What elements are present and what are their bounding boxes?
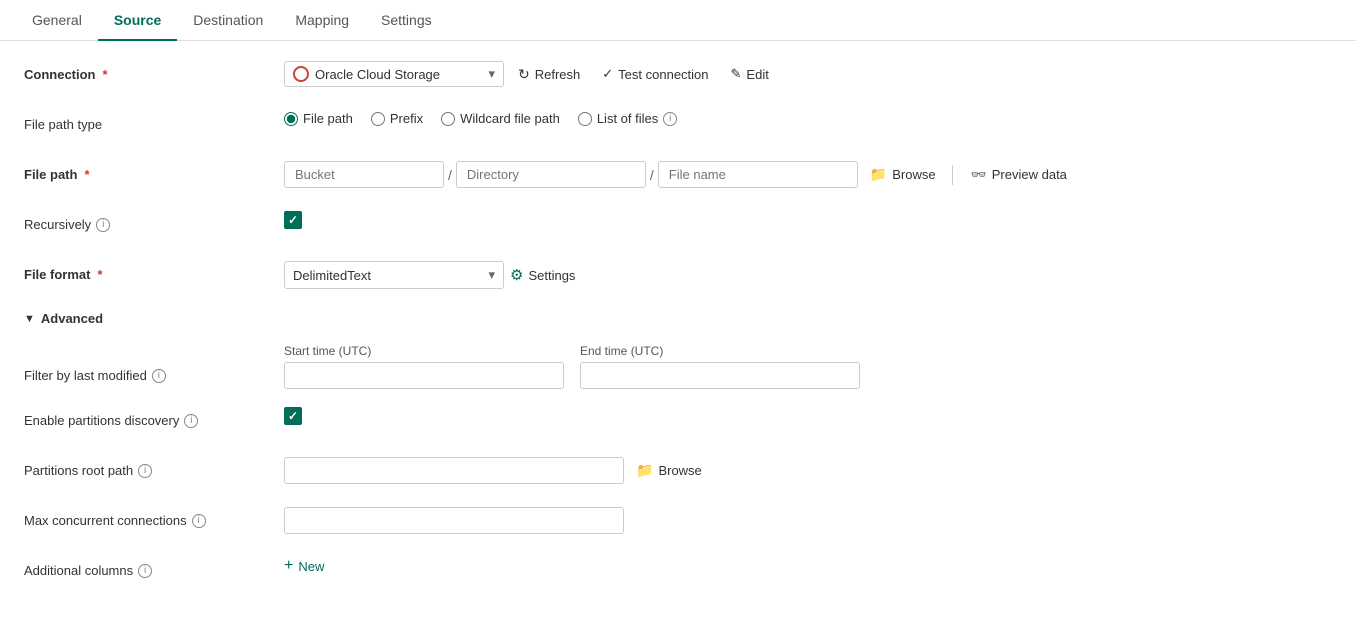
oracle-icon [293, 66, 309, 82]
bucket-input[interactable] [284, 161, 444, 188]
partitions-root-info-icon[interactable]: i [138, 464, 152, 478]
refresh-icon: ↻ [518, 66, 530, 83]
file-format-control: DelimitedText ▾ ⚙ Settings [284, 261, 1332, 289]
connection-row: Connection * Oracle Cloud Storage ▾ ↻ Re… [24, 61, 1332, 93]
settings-gear-icon: ⚙ [510, 266, 523, 284]
file-format-row: File format * DelimitedText ▾ ⚙ Settings [24, 261, 1332, 293]
browse-button[interactable]: 📁 Browse [864, 162, 942, 187]
edit-button[interactable]: ✎ Edit [723, 62, 777, 86]
file-format-required: * [97, 267, 102, 282]
recursively-info-icon[interactable]: i [96, 218, 110, 232]
new-column-button[interactable]: + New [284, 557, 324, 575]
file-format-value: DelimitedText [293, 268, 371, 283]
separator-2: / [650, 167, 654, 183]
partitions-browse-button[interactable]: 📁 Browse [630, 458, 708, 483]
radio-wildcard[interactable]: Wildcard file path [441, 111, 560, 126]
filter-modified-info-icon[interactable]: i [152, 369, 166, 383]
filename-input[interactable] [658, 161, 858, 188]
file-path-row: File path * / / 📁 Browse 👓 Preview data [24, 161, 1332, 193]
connection-label: Connection * [24, 61, 284, 82]
list-files-info-icon[interactable]: i [663, 112, 677, 126]
additional-columns-control: + New [284, 557, 1332, 575]
max-connections-control [284, 507, 1332, 534]
file-path-label: File path * [24, 161, 284, 182]
format-chevron-icon: ▾ [488, 267, 495, 283]
recursively-checkbox[interactable] [284, 211, 302, 229]
tab-mapping[interactable]: Mapping [279, 0, 365, 40]
recursively-label: Recursively i [24, 211, 284, 232]
radio-group: File path Prefix Wildcard file path List… [284, 111, 677, 126]
radio-prefix[interactable]: Prefix [371, 111, 423, 126]
tab-destination[interactable]: Destination [177, 0, 279, 40]
enable-partitions-control [284, 407, 1332, 425]
connection-dropdown[interactable]: Oracle Cloud Storage ▾ [284, 61, 504, 87]
tab-source[interactable]: Source [98, 0, 177, 40]
recursively-row: Recursively i [24, 211, 1332, 243]
max-connections-info-icon[interactable]: i [192, 514, 206, 528]
additional-columns-info-icon[interactable]: i [138, 564, 152, 578]
additional-columns-label: Additional columns i [24, 557, 284, 578]
filter-modified-control: Start time (UTC) End time (UTC) [284, 344, 1332, 389]
max-connections-row: Max concurrent connections i [24, 507, 1332, 539]
file-path-type-label: File path type [24, 111, 284, 132]
file-path-control: / / 📁 Browse 👓 Preview data [284, 161, 1332, 188]
filter-modified-row: Filter by last modified i Start time (UT… [24, 344, 1332, 389]
tab-general[interactable]: General [16, 0, 98, 40]
preview-icon: 👓 [971, 167, 987, 183]
file-format-dropdown[interactable]: DelimitedText ▾ [284, 261, 504, 289]
partitions-root-label: Partitions root path i [24, 457, 284, 478]
end-time-input[interactable] [580, 362, 860, 389]
preview-data-button[interactable]: 👓 Preview data [963, 163, 1075, 187]
enable-partitions-row: Enable partitions discovery i [24, 407, 1332, 439]
folder-icon: 📁 [870, 166, 887, 183]
form-content: Connection * Oracle Cloud Storage ▾ ↻ Re… [0, 41, 1356, 627]
partitions-root-input[interactable] [284, 457, 624, 484]
file-path-required: * [84, 167, 89, 182]
file-path-type-control: File path Prefix Wildcard file path List… [284, 111, 1332, 126]
file-path-group: / / [284, 161, 858, 188]
plus-icon: + [284, 557, 293, 575]
connection-value: Oracle Cloud Storage [315, 67, 440, 82]
refresh-button[interactable]: ↻ Refresh [510, 62, 588, 87]
partitions-root-control: 📁 Browse [284, 457, 1332, 484]
connection-required: * [103, 67, 108, 82]
start-time-input[interactable] [284, 362, 564, 389]
recursively-control [284, 211, 1332, 229]
additional-columns-row: Additional columns i + New [24, 557, 1332, 589]
tab-settings[interactable]: Settings [365, 0, 448, 40]
filter-modified-label: Filter by last modified i [24, 344, 284, 383]
advanced-section[interactable]: ▼ Advanced [24, 311, 1332, 326]
connection-chevron-icon: ▾ [488, 66, 495, 82]
file-format-label: File format * [24, 261, 284, 282]
connection-control: Oracle Cloud Storage ▾ ↻ Refresh ✓ Test … [284, 61, 1332, 87]
vertical-divider [952, 165, 953, 185]
partitions-folder-icon: 📁 [636, 462, 653, 479]
edit-icon: ✎ [731, 66, 742, 82]
tab-bar: General Source Destination Mapping Setti… [0, 0, 1356, 41]
format-settings-button[interactable]: ⚙ Settings [510, 266, 575, 284]
max-connections-label: Max concurrent connections i [24, 507, 284, 528]
partitions-root-row: Partitions root path i 📁 Browse [24, 457, 1332, 489]
start-time-label: Start time (UTC) [284, 344, 564, 358]
end-time-col: End time (UTC) [580, 344, 860, 389]
test-connection-button[interactable]: ✓ Test connection [594, 62, 716, 86]
directory-input[interactable] [456, 161, 646, 188]
start-time-col: Start time (UTC) [284, 344, 564, 389]
radio-file-path[interactable]: File path [284, 111, 353, 126]
enable-partitions-label: Enable partitions discovery i [24, 407, 284, 428]
chevron-down-icon: ▼ [24, 313, 35, 325]
radio-list-files[interactable]: List of files i [578, 111, 677, 126]
end-time-label: End time (UTC) [580, 344, 860, 358]
enable-partitions-checkbox[interactable] [284, 407, 302, 425]
utc-row: Start time (UTC) End time (UTC) [284, 344, 860, 389]
test-icon: ✓ [602, 66, 613, 82]
file-path-type-row: File path type File path Prefix Wildcard… [24, 111, 1332, 143]
separator-1: / [448, 167, 452, 183]
enable-partitions-info-icon[interactable]: i [184, 414, 198, 428]
max-connections-input[interactable] [284, 507, 624, 534]
